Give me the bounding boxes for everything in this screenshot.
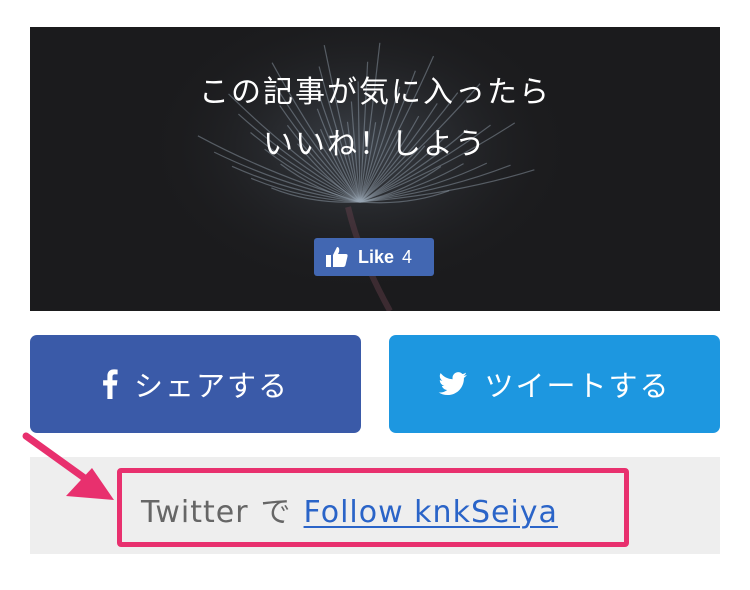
- like-prompt-line-1: この記事が気に入ったら: [199, 75, 551, 110]
- annotation-highlight-box: [117, 468, 629, 547]
- like-prompt-card: この記事が気に入ったら いいね！しよう Like 4: [30, 27, 720, 311]
- like-prompt-title: この記事が気に入ったら いいね！しよう: [30, 67, 720, 171]
- facebook-like-button[interactable]: Like 4: [314, 238, 434, 276]
- like-prompt-line-2: いいね！しよう: [263, 127, 487, 162]
- like-count: 4: [402, 246, 413, 267]
- like-button-label: Like: [358, 246, 395, 267]
- twitter-tweet-label: ツイートする: [484, 369, 671, 403]
- twitter-tweet-button[interactable]: ツイートする: [389, 335, 720, 433]
- facebook-share-label: シェアする: [133, 369, 289, 403]
- facebook-icon: [102, 369, 118, 399]
- twitter-bird-icon: [438, 372, 468, 396]
- share-widget-page: この記事が気に入ったら いいね！しよう Like 4 シェアする ツイートする …: [0, 0, 750, 590]
- facebook-share-button[interactable]: シェアする: [30, 335, 361, 433]
- annotation-arrow-icon: [22, 432, 114, 500]
- thumbs-up-icon: [324, 244, 350, 270]
